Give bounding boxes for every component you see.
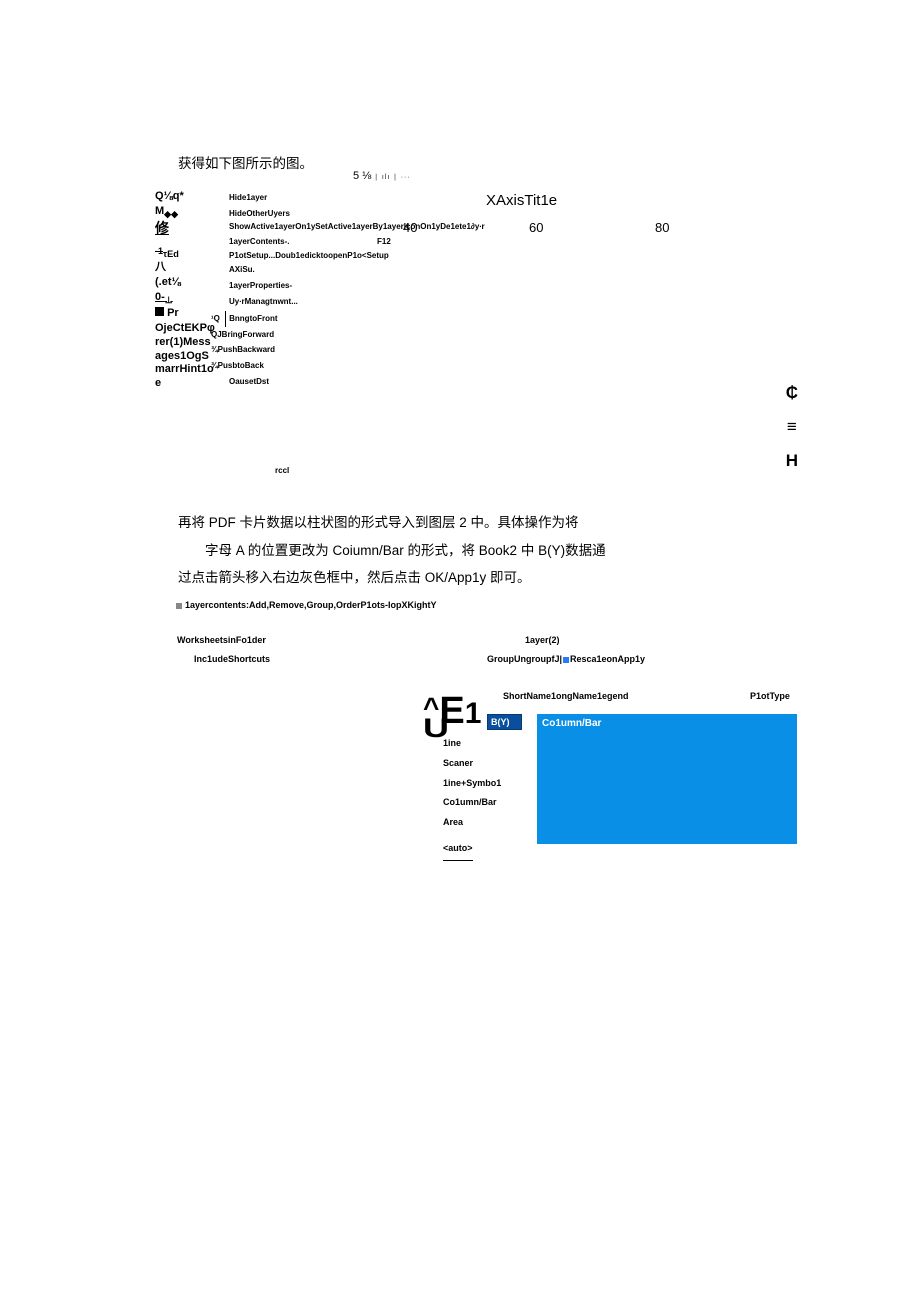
menu-layer-management[interactable]: Uy∙rManagtnwnt...	[229, 294, 369, 310]
para-line: 再将 PDF 卡片数据以柱状图的形式导入到图层 2 中。具体操作为将	[178, 515, 579, 530]
caption-text: 1ayercontents:Add,Remove,Group,OrderP1ot…	[185, 600, 437, 610]
menu-axis[interactable]: AXiSu.	[229, 262, 369, 278]
menu-prefix: ¹Q	[211, 314, 220, 323]
page-num: 5 ⅛	[353, 170, 371, 182]
black-square-icon	[155, 307, 164, 316]
plot-type-list: 1ine Scaner 1ine+Symbo1 Co1umn/Bar Area …	[443, 734, 501, 861]
bars-icon: ∣ ılı ∣ ···	[374, 173, 410, 181]
left-line: -1τEd	[155, 245, 215, 261]
menu-bring-forward[interactable]: QJBringForward	[211, 327, 369, 343]
menu-label: 1ayerContents-.	[229, 237, 289, 246]
left-frag: ⊥	[165, 295, 173, 305]
plot-type-column-bar[interactable]: Co1umn/Bar	[443, 793, 501, 813]
axis-tick-60: 60	[529, 220, 543, 235]
gray-square-icon	[176, 603, 182, 609]
plot-type-line-symbol[interactable]: 1ine+Symbo1	[443, 774, 501, 794]
blue-square-icon	[563, 657, 569, 663]
left-frag: -1	[155, 246, 163, 256]
left-frag: 0-	[155, 291, 165, 303]
one-digit: 1	[465, 697, 482, 730]
layer-2-label: 1ayer(2)	[525, 635, 560, 645]
menu-push-to-back[interactable]: ¾PusbtoBack	[211, 358, 369, 374]
left-line: Q⅛q*	[155, 190, 215, 204]
paragraph-intro: 获得如下图所示的图。	[178, 152, 890, 172]
context-menu: Hide1ayer HideOtherUyers ShowActive1ayer…	[229, 190, 369, 389]
menu-push-backward[interactable]: ¾PushBackward	[211, 342, 369, 358]
include-shortcuts-label[interactable]: Inc1udeShortcuts	[194, 654, 270, 664]
para-line: 过点击箭头移入右边灰色框中，然后点击 OK/App1y 即可。	[178, 570, 531, 585]
menu-label: BnngtoFront	[225, 311, 277, 327]
left-line: 0-⊥	[155, 291, 215, 307]
col-header-name: ShortName1ongName1egend	[503, 691, 629, 701]
left-line: (.et⅛	[155, 276, 215, 290]
left-frag: Pr	[167, 307, 179, 319]
plot-type-scatter[interactable]: Scaner	[443, 754, 501, 774]
left-line: 修	[155, 221, 215, 239]
col-header-plot-type: P1otType	[750, 691, 790, 701]
menu-layer-contents[interactable]: 1ayerContents-. F12	[229, 234, 369, 250]
menu-hide-other-layers[interactable]: HideOtherUyers	[229, 206, 369, 222]
group-ungroup-label: GroupUngroupfJ|	[487, 654, 562, 664]
h-icon: H	[786, 444, 798, 478]
dialog-title: 1ayercontents:Add,Remove,Group,OrderP1ot…	[176, 600, 437, 610]
left-frag: M	[155, 205, 164, 217]
para-line: 字母 A 的位置更改为 Coiumn/Bar 的形式，将 Book2 中 B(Y…	[178, 537, 698, 565]
currency-icon: ₵	[786, 376, 798, 410]
left-line: 八	[155, 261, 215, 275]
menu-hide-layer[interactable]: Hide1ayer	[229, 190, 369, 206]
right-symbol-column: ₵ ≡ H	[786, 376, 798, 478]
menu-show-active-layer[interactable]: ShowActive1ayerOn1ySetActive1ayerBy1ayer…	[229, 221, 369, 234]
page-number-row: 5 ⅛ ∣ ılı ∣ ···	[353, 170, 411, 182]
left-frag: τEd	[163, 249, 179, 259]
plot-type-selected[interactable]: Co1umn/Bar	[542, 718, 601, 729]
hamburger-icon: ≡	[786, 410, 798, 444]
rescale-on-apply-label: Resca1eonApp1y	[570, 654, 645, 664]
left-line: OjeCtEKPφrer(1)Messages1OgSmarrHint1oe	[155, 322, 215, 391]
data-cell-by[interactable]: B(Y)	[487, 714, 522, 730]
paragraph-body: 再将 PDF 卡片数据以柱状图的形式导入到图层 2 中。具体操作为将 字母 A …	[178, 509, 698, 592]
chart-x-axis-title: XAxisTit1e	[486, 192, 557, 209]
diamond-icon: ◆◆	[164, 209, 178, 219]
axis-tick-80: 80	[655, 220, 669, 235]
worksheets-in-folder-label: WorksheetsinFo1der	[177, 635, 266, 645]
plot-type-panel[interactable]	[537, 714, 797, 844]
plot-type-line[interactable]: 1ine	[443, 734, 501, 754]
rccl-label: rccl	[275, 466, 289, 475]
menu-layer-properties[interactable]: 1ayerProperties-	[229, 278, 369, 294]
left-sidebar-text: Q⅛q* M◆◆ 修 -1τEd 八 (.et⅛ 0-⊥ Pr OjeCtEKP…	[155, 190, 215, 392]
shortcut-f12: F12	[377, 234, 391, 250]
plot-type-area[interactable]: Area	[443, 813, 501, 833]
plot-type-auto[interactable]: <auto>	[443, 839, 473, 861]
menu-bring-to-front[interactable]: ¹Q BnngtoFront	[211, 311, 369, 327]
group-row[interactable]: GroupUngroupfJ| Resca1eonApp1y	[487, 654, 645, 664]
menu-plot-setup[interactable]: P1otSetup...Doub1edicktoopenP1o<Setup	[229, 250, 369, 263]
menu-oauset-dst[interactable]: OausetDst	[229, 374, 369, 390]
left-line: M◆◆	[155, 205, 215, 220]
left-line: Pr	[155, 307, 215, 321]
